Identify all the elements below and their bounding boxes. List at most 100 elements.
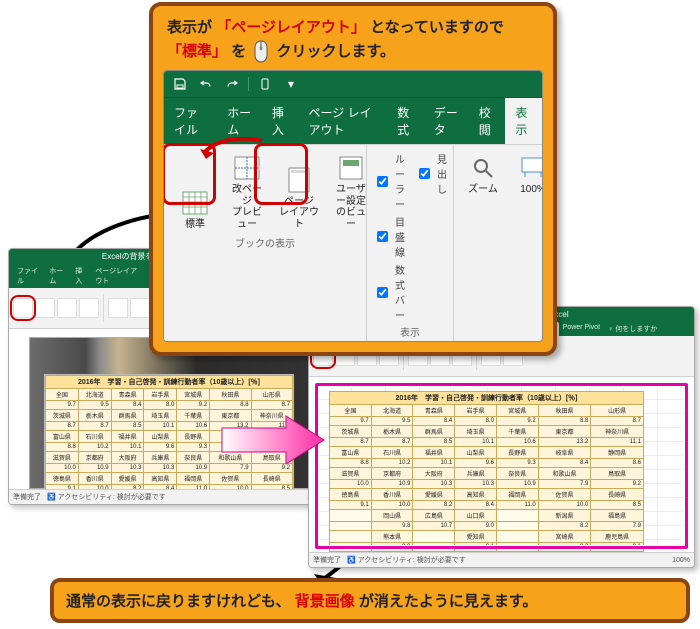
mini-view-button[interactable]	[57, 298, 77, 318]
table-cell: 千葉県	[177, 410, 210, 422]
ribbon-tab-insert[interactable]: 挿入	[262, 98, 299, 144]
mouse-icon	[252, 40, 270, 64]
checkbox-gridlines[interactable]: 目盛線	[373, 214, 405, 259]
table-cell: 10.3	[144, 464, 177, 473]
zoom-button[interactable]: ズーム	[460, 149, 506, 199]
table-cell: 香川県	[78, 473, 111, 485]
table-cell: 佐賀県	[210, 473, 251, 485]
table-cell: 宮城県	[177, 389, 210, 401]
table-cell: 滋賀県	[46, 452, 79, 464]
table-cell: 奈良県	[177, 452, 210, 464]
group-caption: 表示	[373, 324, 447, 339]
table-cell: 高知県	[144, 473, 177, 485]
label: ユーザー設定のビュー	[333, 184, 369, 230]
table-cell: 兵庫県	[144, 452, 177, 464]
mini-ribbon-tab[interactable]: ファイル	[13, 264, 45, 288]
zoom-100-icon	[519, 154, 543, 182]
table-cell: 埼玉県	[144, 410, 177, 422]
transition-arrow-icon	[218, 410, 328, 473]
text: を	[231, 43, 246, 60]
text-highlight: 背景画像	[295, 593, 355, 610]
table-cell: 山形県	[251, 389, 292, 401]
ribbon-tab-data[interactable]: データ	[424, 98, 469, 144]
status-ready: 準備完了	[13, 492, 41, 502]
ribbon-tab-file[interactable]: ファイル	[164, 98, 217, 144]
mini-ribbon-tab[interactable]: Power Pivot	[559, 322, 604, 336]
table-cell: 8.0	[144, 401, 177, 410]
status-accessibility: ♿ アクセシビリティ: 検討が必要です	[347, 555, 466, 565]
mini-normal-button[interactable]	[13, 298, 33, 318]
table-cell: 愛媛県	[111, 473, 144, 485]
zoom-100-button[interactable]: 100%	[510, 149, 543, 199]
table-cell: 秋田県	[210, 389, 251, 401]
table-cell: 徳島県	[46, 473, 79, 485]
table-cell: 10.2	[78, 443, 111, 452]
ribbon-tab-review[interactable]: 校閲	[469, 98, 506, 144]
table-cell: 8.5	[111, 422, 144, 431]
table-cell: 石川県	[78, 431, 111, 443]
pagebreak-icon	[233, 154, 261, 182]
view-pagelayout-button[interactable]: ページレイアウト	[274, 149, 324, 233]
touch-mode-icon[interactable]	[255, 75, 275, 93]
view-pagebreak-button[interactable]: 改ページプレビュー	[224, 149, 270, 233]
table-cell: 福岡県	[177, 473, 210, 485]
table-cell: 10.1	[111, 443, 144, 452]
checkbox-ruler[interactable]: ルーラー	[373, 151, 405, 211]
label: ズーム	[468, 184, 498, 196]
table-cell: 長崎県	[251, 473, 292, 485]
checkbox-formulabar[interactable]: 数式バー	[373, 262, 405, 322]
text: となっていますので	[370, 19, 504, 36]
ribbon-tab-view[interactable]: 表示	[505, 98, 542, 144]
table-title: 2016年 学習・自己啓発・訓練行動者率（10歳以上）[％]	[46, 376, 293, 389]
redo-icon[interactable]	[222, 75, 242, 93]
undo-icon[interactable]	[196, 75, 216, 93]
status-ready: 準備完了	[313, 555, 341, 565]
text-highlight: 「標準」	[167, 43, 227, 60]
table-cell: 群馬県	[111, 410, 144, 422]
table-cell: 8.4	[111, 401, 144, 410]
mini-ribbon-tab[interactable]: 挿入	[71, 264, 91, 288]
mini-ribbon-tab[interactable]: ページレイアウト	[91, 264, 147, 288]
ribbon-tab-formulas[interactable]: 数式	[387, 98, 424, 144]
mini-ribbon-tab[interactable]: ♀ 何をしますか	[604, 322, 661, 336]
table-cell: 京都府	[78, 452, 111, 464]
table-cell: 大阪府	[111, 452, 144, 464]
table-cell: 青森県	[111, 389, 144, 401]
table-cell: 10.0	[46, 464, 79, 473]
table-cell: 10.9	[78, 464, 111, 473]
mini-button[interactable]	[108, 298, 128, 318]
table-cell: 8.7	[46, 422, 79, 431]
label: 標準	[185, 219, 205, 231]
mini-ribbon-tab[interactable]: ホーム	[45, 264, 71, 288]
text: 通常の表示に戻りますけれども、	[66, 593, 291, 610]
table-cell: 8.8	[46, 443, 79, 452]
mini-view-button[interactable]	[79, 298, 99, 318]
ribbon-tab-home[interactable]: ホーム	[217, 98, 262, 144]
table-cell: 茨城県	[46, 410, 79, 422]
table-cell: 9.7	[46, 401, 79, 410]
table-cell: 栃木県	[78, 410, 111, 422]
chevron-down-icon[interactable]: ▾	[281, 75, 301, 93]
highlight-ring-magenta	[315, 383, 688, 549]
text: クリックします。	[277, 43, 396, 60]
table-cell: 富山県	[46, 431, 79, 443]
save-icon[interactable]	[170, 75, 190, 93]
table-cell: 全国	[46, 389, 79, 401]
label: ページレイアウト	[279, 196, 319, 231]
table-cell: 8.8	[210, 401, 251, 410]
text: 表示が	[167, 19, 212, 36]
table-cell: 9.6	[144, 443, 177, 452]
group-caption: ブックの表示	[170, 235, 360, 250]
table-cell: 山梨県	[144, 431, 177, 443]
table-cell: 福井県	[111, 431, 144, 443]
checkbox-headings[interactable]: 見出し	[415, 151, 447, 196]
zoom-icon	[469, 154, 497, 182]
view-normal-button[interactable]: 標準	[170, 149, 220, 233]
ribbon-tab-pagelayout[interactable]: ページ レイアウト	[299, 98, 388, 144]
table-cell: 10.6	[177, 422, 210, 431]
mini-view-button[interactable]	[35, 298, 55, 318]
table-cell: 9.5	[78, 401, 111, 410]
pagelayout-icon	[285, 166, 313, 194]
mini-button[interactable]	[130, 298, 150, 318]
table-cell: 北海道	[78, 389, 111, 401]
